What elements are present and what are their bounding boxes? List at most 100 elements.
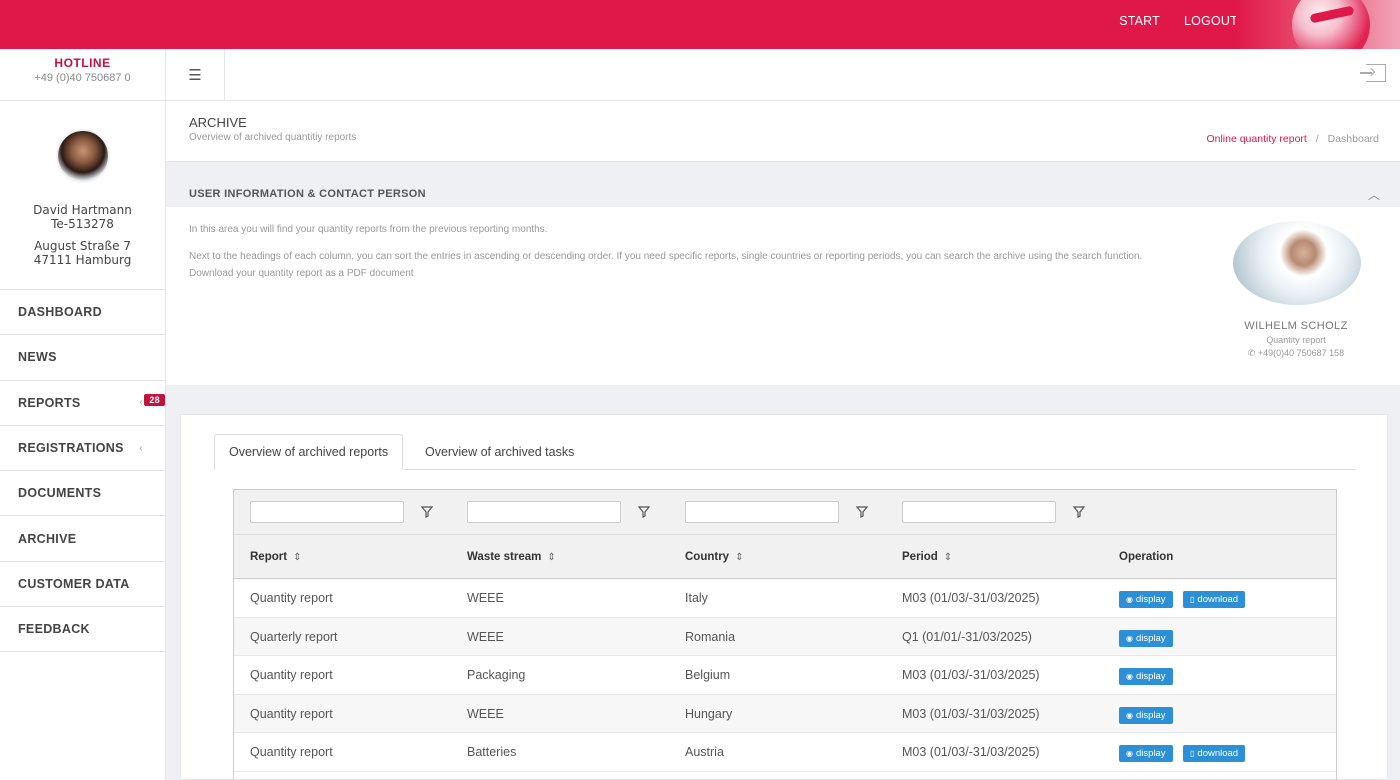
download-button[interactable]: ▯download: [1183, 591, 1245, 608]
archive-card: Overview of archived reports Overview of…: [180, 414, 1388, 780]
cell-waste-stream: Packaging: [467, 668, 525, 682]
table-row: Quantity report WEEE Hungary M03 (01/03/…: [234, 695, 1337, 734]
sidebar-item-label: DASHBOARD: [18, 305, 102, 319]
page-title: ARCHIVE: [189, 115, 247, 130]
cell-period: M03 (01/03/-31/03/2025): [902, 745, 1040, 759]
filter-report-input[interactable]: [250, 501, 404, 523]
sidebar-item-feedback[interactable]: FEEDBACK: [0, 607, 165, 652]
download-button[interactable]: ▯download: [1183, 745, 1245, 762]
filter-waste-stream-input[interactable]: [467, 501, 621, 523]
button-label: display: [1136, 748, 1166, 759]
top-bar: START LOGOUT: [0, 0, 1400, 49]
exit-icon[interactable]: [1366, 64, 1386, 82]
filter-country-input[interactable]: [685, 501, 839, 523]
info-panel-header[interactable]: USER INFORMATION & CONTACT PERSON ︿: [166, 178, 1400, 207]
sidebar-item-customer-data[interactable]: CUSTOMER DATA: [0, 562, 165, 607]
logout-link[interactable]: LOGOUT: [1184, 14, 1238, 28]
cell-country: Romania: [685, 630, 735, 644]
user-profile: David Hartmann Te-513278 August Straße 7…: [0, 101, 165, 290]
column-label: Report: [250, 551, 287, 563]
cell-period: Q1 (01/01/-31/03/2025): [902, 630, 1032, 644]
sidebar-item-documents[interactable]: DOCUMENTS: [0, 471, 165, 516]
table-header: Report⇕ Waste stream⇕ Country⇕ Period⇕ O…: [234, 535, 1337, 579]
cell-report: Quarterly report: [250, 630, 338, 644]
table-row: Quarterly report WEEE Romania Q1 (01/01/…: [234, 618, 1337, 657]
cell-country: Austria: [685, 745, 724, 759]
chevron-left-icon: ‹: [139, 397, 143, 408]
sidebar-menu: DASHBOARD NEWS REPORTS ‹ 28 REGISTRATION…: [0, 290, 165, 652]
eye-icon: ◉: [1126, 711, 1133, 720]
cell-country: Italy: [685, 591, 708, 605]
sidebar-item-archive[interactable]: ARCHIVE: [0, 516, 165, 561]
display-button[interactable]: ◉display: [1119, 668, 1173, 685]
display-button[interactable]: ◉display: [1119, 591, 1173, 608]
sidebar-item-reports[interactable]: REPORTS ‹ 28: [0, 381, 165, 426]
filter-icon[interactable]: [1073, 506, 1085, 518]
column-header-operation: Operation: [1119, 551, 1173, 563]
column-header-country[interactable]: Country⇕: [685, 551, 743, 563]
sidebar-item-label: NEWS: [18, 350, 57, 364]
tab-bar: Overview of archived reports Overview of…: [214, 434, 1356, 470]
sidebar: HOTLINE +49 (0)40 750687 0 David Hartman…: [0, 49, 166, 780]
filter-period-input[interactable]: [902, 501, 1056, 523]
top-nav: START LOGOUT: [1119, 14, 1238, 28]
column-label: Waste stream: [467, 551, 541, 563]
breadcrumb: Online quantity report / Dashboard: [1206, 133, 1379, 145]
display-button[interactable]: ◉display: [1119, 745, 1173, 762]
contact-photo: [1233, 221, 1361, 305]
avatar: [56, 129, 110, 183]
eye-icon: ◉: [1126, 634, 1133, 643]
contact-name: WILHELM SCHOLZ: [1206, 320, 1386, 332]
cell-report: Quantity report: [250, 591, 333, 605]
logo-swoosh: [1292, 0, 1370, 49]
cell-report: Quantity report: [250, 707, 333, 721]
button-label: display: [1136, 671, 1166, 682]
page-subtitle: Overview of archived quantitiy reports: [189, 132, 356, 143]
sidebar-item-label: CUSTOMER DATA: [18, 577, 130, 591]
sidebar-item-registrations[interactable]: REGISTRATIONS ‹: [0, 426, 165, 471]
menu-toggle-button[interactable]: ☰: [166, 49, 225, 100]
phone-icon: ✆: [1248, 348, 1256, 358]
sidebar-item-label: FEEDBACK: [18, 622, 90, 636]
filter-icon[interactable]: [638, 506, 650, 518]
table-row: Quantity report Packaging Belgium M03 (0…: [234, 656, 1337, 695]
cell-report: Quantity report: [250, 668, 333, 682]
button-label: download: [1197, 594, 1238, 605]
display-button[interactable]: ◉display: [1119, 707, 1173, 724]
address-line2: 47111 Hamburg: [0, 253, 165, 267]
sort-icon: ⇕: [293, 552, 301, 563]
column-header-period[interactable]: Period⇕: [902, 551, 952, 563]
breadcrumb-link[interactable]: Online quantity report: [1206, 133, 1306, 145]
display-button[interactable]: ◉display: [1119, 630, 1173, 647]
filter-icon[interactable]: [421, 506, 433, 518]
start-link[interactable]: START: [1119, 14, 1160, 28]
brand-logo: [1236, 0, 1400, 49]
sort-icon: ⇕: [944, 552, 952, 563]
cell-waste-stream: Batteries: [467, 745, 516, 759]
column-header-waste-stream[interactable]: Waste stream⇕: [467, 551, 556, 563]
button-label: display: [1136, 633, 1166, 644]
tab-archived-reports[interactable]: Overview of archived reports: [214, 434, 403, 470]
eye-icon: ◉: [1126, 672, 1133, 681]
hotline-box: HOTLINE +49 (0)40 750687 0: [0, 49, 165, 101]
filter-icon[interactable]: [856, 506, 868, 518]
user-id: Te-513278: [0, 217, 165, 231]
contact-phone: +49(0)40 750687 158: [1258, 348, 1344, 358]
cell-country: Belgium: [685, 668, 730, 682]
pdf-file-icon: ▯: [1190, 595, 1194, 604]
table-row: Quantity report Batteries Austria M03 (0…: [234, 733, 1337, 772]
column-header-report[interactable]: Report ⇕: [250, 551, 301, 563]
sidebar-item-news[interactable]: NEWS: [0, 335, 165, 380]
cell-country: Hungary: [685, 707, 732, 721]
contact-person: WILHELM SCHOLZ Quantity report ✆ +49(0)4…: [1206, 320, 1386, 359]
chevron-up-icon[interactable]: ︿: [1368, 186, 1380, 203]
info-panel-body: In this area you will find your quantity…: [166, 207, 1400, 385]
sidebar-item-dashboard[interactable]: DASHBOARD: [0, 290, 165, 335]
reports-table: Report⇕ Waste stream⇕ Country⇕ Period⇕ O…: [233, 489, 1337, 780]
tab-archived-tasks[interactable]: Overview of archived tasks: [411, 434, 588, 470]
contact-phone-row: ✆ +49(0)40 750687 158: [1206, 348, 1386, 359]
info-paragraph-2: Next to the headings of each column, you…: [189, 248, 1179, 265]
chevron-left-icon: ‹: [139, 443, 143, 454]
info-paragraph-1: In this area you will find your quantity…: [189, 221, 1179, 238]
button-label: display: [1136, 594, 1166, 605]
